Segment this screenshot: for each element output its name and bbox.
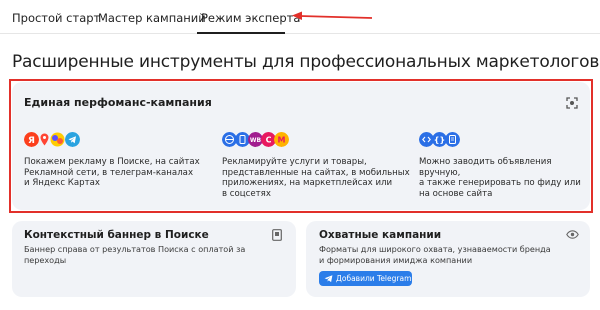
feature-text-line: а также генерировать по фиду или	[419, 178, 581, 189]
main-card-title: Единая перфоманс-кампания	[24, 96, 212, 109]
description-line: и формирования имиджа компании	[319, 254, 473, 265]
active-tab-indicator	[197, 32, 285, 34]
reach-campaigns-description: Форматы для широкого охвата, узнаваемост…	[319, 244, 559, 265]
colored-logo-icon	[50, 132, 65, 147]
tab-expert-mode[interactable]: Режим эксперта	[201, 11, 300, 25]
feature-text-line: представленные на сайтах, в мобильных	[222, 167, 410, 178]
banner-icon	[272, 229, 282, 241]
document-icon	[445, 132, 460, 147]
scan-icon[interactable]	[565, 96, 579, 110]
svg-text:WB: WB	[250, 137, 262, 144]
feature-text-line: на основе сайта	[419, 188, 493, 199]
context-banner-description: Баннер справа от результатов Поиска с оп…	[24, 244, 246, 265]
annotation-arrow-icon	[292, 11, 373, 20]
feature-text-line: Рекламируйте услуги и товары,	[222, 157, 367, 167]
feature-text-line: в соцсетях	[222, 188, 271, 199]
feature-text-line: Покажем рекламу в Поиске, на сайтах	[24, 157, 200, 167]
context-banner-title: Контекстный баннер в Поиске	[24, 229, 209, 241]
eye-icon	[566, 230, 579, 239]
description-line: Форматы для широкого охвата, узнаваемост…	[319, 244, 551, 254]
page-title: Расширенные инструменты для профессионал…	[12, 52, 600, 72]
svg-text:C: C	[266, 136, 272, 145]
button-label: Добавили Telegram	[336, 274, 412, 283]
feature-text-line: Рекламной сети, в телеграм-каналах	[24, 167, 194, 178]
tab-campaign-wizard[interactable]: Мастер кампаний	[98, 11, 206, 25]
feature-text-line: Можно заводить объявления вручную,	[419, 157, 552, 178]
market-icon: M	[274, 132, 289, 147]
feature-text-line: и Яндекс Картах	[24, 178, 100, 189]
mode-tabs: Простой старт Мастер кампаний Режим эксп…	[0, 0, 600, 34]
telegram-icon	[324, 275, 333, 283]
svg-text:M: M	[278, 136, 286, 145]
reach-campaigns-title: Охватные кампании	[319, 229, 442, 241]
added-telegram-button[interactable]: Добавили Telegram	[319, 271, 412, 286]
tab-simple-start[interactable]: Простой старт	[12, 11, 100, 25]
svg-text:Я: Я	[28, 136, 35, 146]
telegram-icon	[65, 132, 80, 147]
tabs-divider	[0, 33, 600, 34]
feature-text-line: приложениях, на маркетплейсах или	[222, 178, 393, 189]
svg-text:{}: {}	[434, 136, 445, 145]
